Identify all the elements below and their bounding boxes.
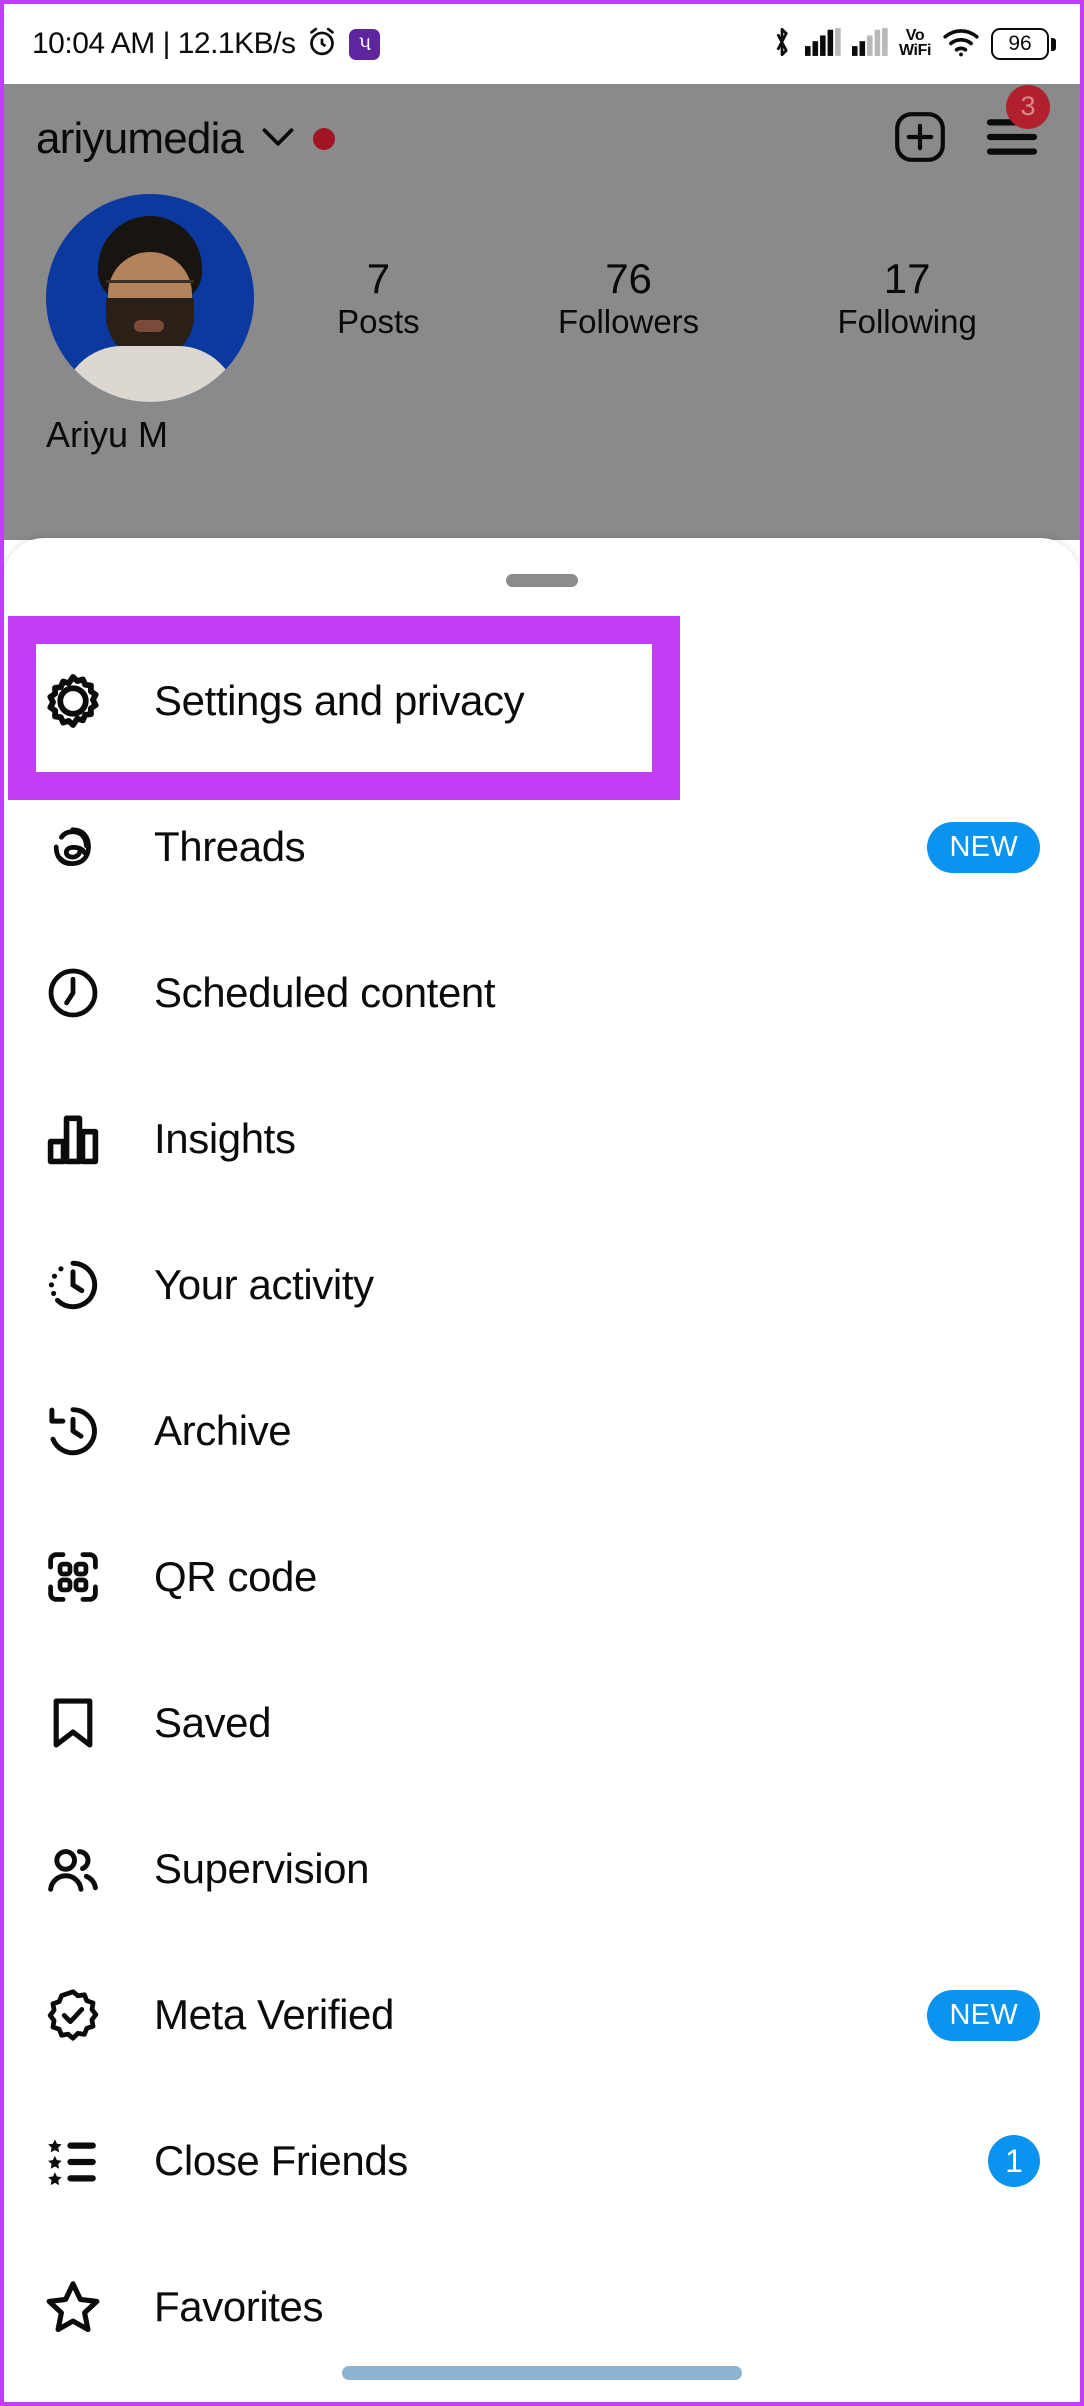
stat-label: Posts [337, 302, 420, 340]
wifi-icon [942, 27, 980, 62]
threads-icon [42, 816, 104, 878]
avatar[interactable] [46, 194, 254, 402]
status-bar: 10:04 AM | 12.1KB/s પ Vo WiFi 96 [4, 4, 1080, 84]
account-switcher[interactable]: ariyumedia [36, 114, 336, 164]
menu-item-label: Insights [154, 1115, 296, 1162]
bar-chart-icon [42, 1108, 104, 1170]
stat-value: 76 [605, 254, 652, 302]
people-icon [42, 1838, 104, 1900]
menu-item-supervision[interactable]: Supervision [4, 1796, 1080, 1942]
menu-item-label: Favorites [154, 2283, 324, 2330]
activity-clock-icon [42, 1254, 104, 1316]
home-indicator [342, 2366, 742, 2380]
profile-stats: 7 Posts 76 Followers 17 Following [268, 255, 1046, 342]
profile-screen-backdrop: ariyumedia 3 7 Posts 76 Followers 17 Fol… [4, 84, 1080, 540]
menu-item-discover-people[interactable]: Discover people [4, 2380, 1080, 2402]
menu-item-saved[interactable]: Saved [4, 1650, 1080, 1796]
verified-badge-icon [42, 1984, 104, 2046]
notification-badge: 3 [1006, 84, 1050, 129]
battery-level-text: 96 [1008, 32, 1032, 55]
sheet-drag-handle[interactable] [506, 574, 578, 587]
profile-header: ariyumedia 3 [4, 84, 1080, 194]
profile-header-actions: 3 [892, 84, 1050, 170]
new-badge: NEW [927, 821, 1040, 873]
menu-item-label: Saved [154, 1699, 272, 1746]
clock-icon [42, 962, 104, 1024]
menu-item-close-friends[interactable]: Close Friends 1 [4, 2088, 1080, 2234]
page-title: ariyumedia [36, 114, 244, 163]
volte-wifi-indicator: Vo WiFi [898, 27, 931, 59]
menu-item-threads[interactable]: Threads NEW [4, 774, 1080, 920]
menu-item-label: Supervision [154, 1845, 370, 1892]
menu-item-label: Threads [154, 823, 306, 870]
bluetooth-icon [770, 25, 794, 64]
menu-item-meta-verified[interactable]: Meta Verified NEW [4, 1942, 1080, 2088]
menu-item-favorites[interactable]: Favorites [4, 2234, 1080, 2380]
status-time-and-network: 10:04 AM | 12.1KB/s [32, 27, 296, 60]
stat-label: Followers [557, 302, 700, 340]
new-badge: NEW [927, 1989, 1040, 2041]
menu-item-qr-code[interactable]: QR code [4, 1504, 1080, 1650]
stat-followers[interactable]: 76 Followers [558, 255, 699, 342]
menu-item-scheduled-content[interactable]: Scheduled content [4, 920, 1080, 1066]
stat-posts[interactable]: 7 Posts [337, 255, 420, 342]
chevron-down-icon [261, 126, 295, 153]
star-icon [42, 2276, 104, 2338]
stat-following[interactable]: 17 Following [837, 255, 976, 342]
gear-icon [42, 670, 104, 732]
qr-code-icon [42, 1546, 104, 1608]
menu-item-archive[interactable]: Archive [4, 1358, 1080, 1504]
menu-item-label: QR code [154, 1553, 317, 1600]
star-list-icon [42, 2130, 104, 2192]
cellular-signal-icon [851, 27, 888, 61]
profile-options-bottom-sheet: Settings and privacy Threads NEW Schedul… [4, 538, 1080, 2402]
unread-status-dot [313, 128, 336, 150]
menu-item-your-activity[interactable]: Your activity [4, 1212, 1080, 1358]
phone-screenshot: 10:04 AM | 12.1KB/s પ Vo WiFi 96 ariyume… [0, 0, 1084, 2406]
menu-item-label: Close Friends [154, 2137, 408, 2184]
menu-item-insights[interactable]: Insights [4, 1066, 1080, 1212]
menu-item-label: Meta Verified [154, 1991, 394, 2038]
cellular-signal-icon [804, 27, 841, 61]
menu-item-settings-and-privacy[interactable]: Settings and privacy [4, 628, 1080, 774]
alarm-clock-icon [305, 25, 339, 64]
stat-value: 7 [366, 254, 391, 302]
stat-label: Following [837, 302, 977, 340]
menu-item-label: Your activity [154, 1261, 374, 1308]
menu-list: Settings and privacy Threads NEW Schedul… [4, 628, 1080, 2402]
profile-summary-row: 7 Posts 76 Followers 17 Following [4, 194, 1080, 402]
stat-value: 17 [883, 254, 931, 302]
phonepe-icon: પ [349, 28, 381, 60]
archive-clock-icon [42, 1400, 104, 1462]
profile-display-name: Ariyu M [46, 414, 169, 455]
count-badge: 1 [988, 2135, 1040, 2187]
menu-item-label: Settings and privacy [154, 677, 525, 724]
menu-item-label: Archive [154, 1407, 292, 1454]
menu-item-label: Scheduled content [154, 969, 496, 1016]
bookmark-icon [42, 1692, 104, 1754]
battery-icon: 96 [991, 28, 1056, 60]
status-bar-left: 10:04 AM | 12.1KB/s પ [32, 25, 381, 64]
status-bar-right: Vo WiFi 96 [770, 25, 1056, 64]
plus-square-icon[interactable] [892, 109, 948, 170]
